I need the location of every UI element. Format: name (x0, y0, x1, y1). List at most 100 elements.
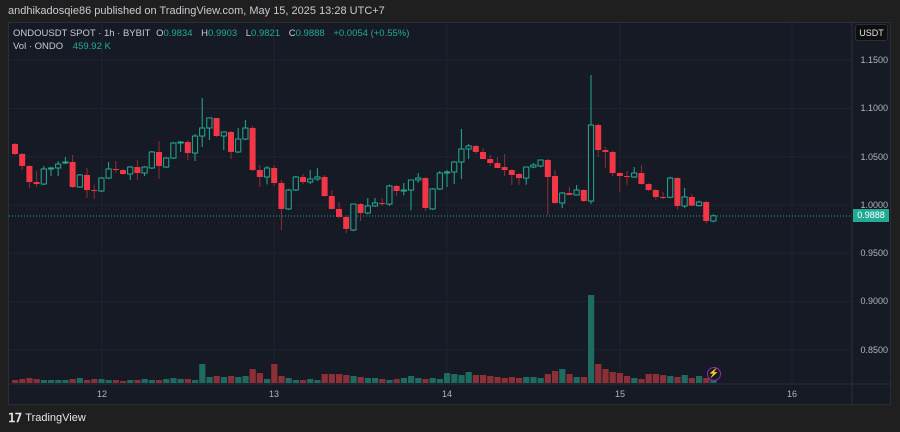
candle-body-down (393, 185, 400, 191)
volume-bar (314, 380, 321, 383)
volume-bar (307, 379, 314, 383)
candle-body-down (33, 182, 40, 185)
volume-bar (480, 375, 487, 383)
candle-body-down (12, 144, 18, 154)
volume-bar (544, 374, 551, 383)
candle-body-down (134, 167, 141, 174)
volume-value: 459.92 K (72, 41, 111, 52)
close-value: 0.9888 (295, 28, 325, 39)
candle-body-down (595, 125, 602, 151)
candle-body-up (220, 131, 227, 137)
volume-bar (508, 377, 515, 383)
currency-button[interactable]: USDT (855, 24, 888, 41)
candle-body-up (415, 177, 422, 181)
volume-bar (91, 379, 98, 383)
candle-body-up (587, 124, 595, 202)
candle-body-down (487, 159, 494, 163)
volume-bar (696, 376, 703, 383)
volume-bar (235, 377, 242, 383)
candle-body-up (710, 215, 717, 222)
volume-bar (393, 379, 400, 383)
candle-body-down (688, 196, 695, 206)
volume-bar (40, 380, 47, 383)
candle-body-up (530, 164, 537, 168)
candle-body-down (508, 170, 515, 175)
time-tick: 13 (268, 389, 280, 399)
price-chart[interactable] (0, 0, 900, 432)
volume-bar (645, 374, 652, 383)
time-tick: 14 (441, 389, 453, 399)
volume-label[interactable]: Vol · ONDO (13, 41, 63, 52)
candle-body-up (148, 151, 155, 169)
footer-logo[interactable]: 𝟣𝟩 TradingView (8, 411, 86, 425)
candle-body-down (609, 151, 616, 174)
change-value: +0.0054 (+0.55%) (333, 28, 410, 39)
volume-bar (76, 378, 83, 383)
volume-bar (192, 380, 199, 383)
candle-body-up (400, 189, 407, 192)
volume-bar (33, 379, 40, 383)
volume-line: Vol · ONDO 459.92 K (13, 40, 412, 53)
volume-bar (688, 378, 695, 383)
volume-bar (256, 373, 263, 383)
volume-bar (609, 372, 616, 383)
candle-body-down (19, 153, 26, 166)
volume-bar (120, 381, 127, 383)
volume-bar (264, 379, 271, 383)
volume-bar (163, 379, 170, 383)
volume-bar (516, 378, 523, 383)
volume-bar (451, 374, 458, 383)
candle-body-down (228, 131, 234, 152)
low-value: 0.9821 (251, 28, 281, 39)
volume-bar (422, 379, 429, 383)
volume-bar (588, 295, 595, 383)
candle-body-down (494, 162, 501, 169)
candle-body-up (523, 166, 530, 179)
volume-bar (177, 379, 184, 383)
candle-body-down (638, 173, 645, 185)
volume-bar (364, 378, 371, 383)
candles (12, 74, 717, 234)
volume-bar (184, 379, 191, 383)
volume-bar (436, 379, 443, 383)
candle-body-up (55, 163, 62, 169)
candle-body-up (458, 148, 465, 163)
candle-body-down (501, 167, 508, 171)
volume-bar (400, 378, 407, 383)
volume-bar (26, 378, 33, 383)
lightning-icon[interactable]: ⚡ (707, 367, 721, 381)
volume-bar (472, 375, 479, 383)
volume-bar (386, 380, 393, 383)
candle-body-up (559, 192, 566, 204)
candle-body-up (40, 168, 47, 185)
candle-body-up (443, 171, 451, 174)
volume-bar (444, 373, 451, 383)
volume-bar (84, 380, 91, 383)
volume-bar (501, 378, 508, 383)
candle-body-down (357, 204, 364, 214)
candle-body-up (98, 177, 105, 192)
volume-bar (580, 377, 587, 383)
symbol-info[interactable]: ONDOUSDT SPOT · 1h · BYBIT (13, 28, 150, 39)
volume-bar (105, 380, 112, 383)
candle-body-down (516, 173, 522, 179)
volume-bar (552, 371, 559, 383)
price-tick: 1.1000 (860, 103, 888, 113)
volume-bar (62, 380, 69, 383)
candle-body-up (76, 174, 83, 188)
volume-bar (602, 369, 609, 383)
volume-bar (336, 374, 343, 383)
candle-body-down (278, 182, 285, 209)
volume-bar (134, 380, 141, 383)
candle-body-up (386, 185, 393, 205)
volume-bar (616, 373, 623, 383)
candle-body-up (631, 172, 638, 178)
candle-body-up (465, 145, 472, 150)
candle-body-down (184, 142, 191, 154)
volume-bar (127, 380, 134, 383)
volume-bar (328, 374, 335, 383)
volume-bar (148, 380, 155, 383)
candle-body-up (191, 135, 199, 154)
volume-bar (300, 380, 307, 383)
volume-bar (271, 364, 278, 383)
